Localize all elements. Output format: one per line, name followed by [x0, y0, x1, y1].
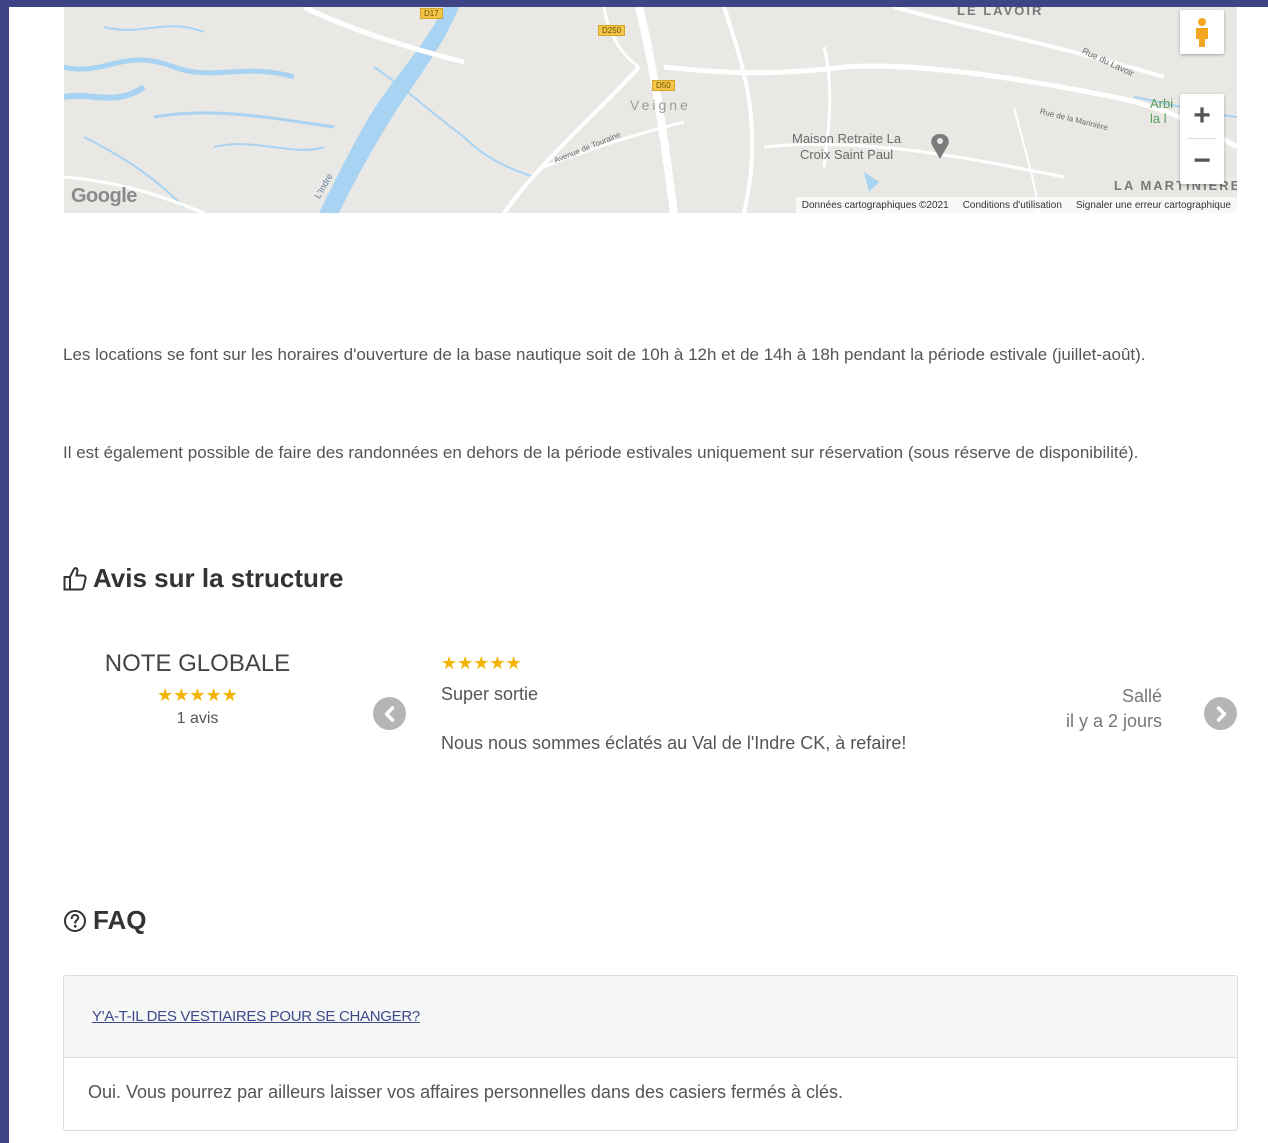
- carousel-next-button[interactable]: [1204, 697, 1237, 730]
- road-shield-d250: D250: [598, 25, 626, 36]
- faq-question-link[interactable]: Y'A-T-IL DES VESTIAIRES POUR SE CHANGER?: [92, 1008, 420, 1025]
- review-card: ★★★★★ Super sortie Nous nous sommes écla…: [441, 653, 1241, 753]
- map-footer: Données cartographiques ©2021 Conditions…: [795, 197, 1237, 213]
- chevron-right-icon: [1216, 705, 1226, 722]
- street-view-pegman-button[interactable]: [1180, 10, 1224, 54]
- review-date: il y a 2 jours: [1065, 711, 1162, 731]
- window-frame-left: [0, 0, 9, 1143]
- review-stars: ★★★★★: [441, 653, 522, 673]
- google-map[interactable]: D17 D250 D50 LE LAVOIR Veigne Maison Ret…: [64, 7, 1237, 213]
- faq-item: Y'A-T-IL DES VESTIAIRES POUR SE CHANGER?…: [63, 975, 1238, 1131]
- overall-rating-title: NOTE GLOBALE: [104, 650, 291, 677]
- map-zoom-control: + −: [1180, 94, 1224, 184]
- out-of-season-paragraph: Il est également possible de faire des r…: [63, 443, 1139, 462]
- pegman-icon: [1196, 18, 1208, 47]
- faq-question-header[interactable]: Y'A-T-IL DES VESTIAIRES POUR SE CHANGER?: [64, 976, 1237, 1058]
- review-text: Nous nous sommes éclatés au Val de l'Ind…: [441, 733, 907, 753]
- review-title: Super sortie: [441, 684, 539, 704]
- faq-section-title: FAQ: [93, 905, 147, 935]
- road-shield-d17: D17: [420, 8, 443, 19]
- carousel-prev-button[interactable]: [373, 697, 406, 730]
- review-author: Sallé: [1121, 686, 1162, 706]
- rental-hours-paragraph: Les locations se font sur les horaires d…: [63, 345, 1146, 364]
- map-report-error-link[interactable]: Signaler une erreur cartographique: [1076, 200, 1231, 211]
- reviews-section-title: Avis sur la structure: [93, 563, 344, 593]
- map-terms-link[interactable]: Conditions d'utilisation: [963, 200, 1062, 211]
- road-shield-d50: D50: [652, 80, 675, 91]
- map-label-le-lavoir: LE LAVOIR: [957, 7, 1044, 18]
- map-label-arbre: Arbi la l: [1150, 96, 1174, 126]
- map-label-maison-retraite: Maison Retraite La Croix Saint Paul: [792, 131, 902, 162]
- overall-rating: NOTE GLOBALE ★★★★★ 1 avis: [100, 650, 295, 728]
- review-author-block: Sallé il y a 2 jours: [1040, 684, 1162, 734]
- zoom-out-button[interactable]: −: [1180, 139, 1224, 183]
- google-logo: Google: [71, 185, 137, 207]
- faq-section-heading: FAQ: [63, 905, 146, 936]
- faq-answer: Oui. Vous pourrez par ailleurs laisser v…: [88, 1082, 844, 1102]
- zoom-in-button[interactable]: +: [1180, 94, 1224, 138]
- question-circle-icon: [64, 909, 86, 932]
- reviews-section-heading: Avis sur la structure: [63, 563, 343, 594]
- overall-rating-stars: ★★★★★: [157, 685, 238, 705]
- window-frame-top: [0, 0, 1268, 7]
- thumbs-up-icon: [63, 566, 87, 590]
- chevron-left-icon: [384, 705, 394, 722]
- map-label-veigne: Veigne: [630, 97, 691, 113]
- review-count: 1 avis: [176, 710, 219, 727]
- map-data-credit: Données cartographiques ©2021: [801, 199, 949, 211]
